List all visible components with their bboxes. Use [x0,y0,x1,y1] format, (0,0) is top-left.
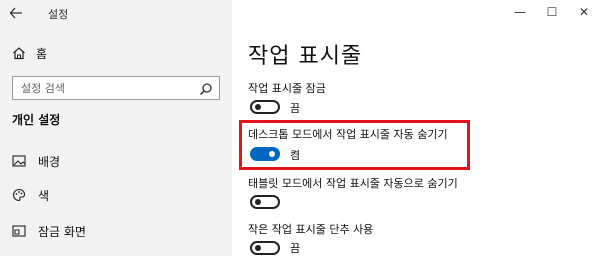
toggle-state-text: 켬 [290,149,301,162]
sidebar: 설정 홈 개인 설정 배경 색 잠금 화면 [0,0,232,256]
app-title: 설정 [48,8,69,21]
sidebar-item-color[interactable]: 색 [12,185,212,205]
image-icon [12,154,26,168]
search-box[interactable] [12,76,220,100]
home-icon [12,46,26,60]
sidebar-item-label: 배경 [38,154,61,169]
toggle-small-buttons[interactable] [250,241,280,255]
lock-screen-icon [12,224,26,238]
toggle-autohide-tablet[interactable] [250,195,280,209]
palette-icon [12,188,26,202]
section-title: 개인 설정 [12,113,61,127]
nav-home[interactable]: 홈 [12,43,212,63]
sidebar-item-label: 색 [38,188,50,203]
toggle-knob [255,104,261,110]
setting-label-autohide-desktop: 데스크톱 모드에서 작업 표시줄 자동 숨기기 [248,128,448,141]
back-arrow-icon[interactable] [6,3,26,23]
toggle-state-text: 끔 [290,242,301,255]
minimize-button[interactable]: — [504,0,536,24]
toggle-knob [255,199,261,205]
sidebar-item-label: 잠금 화면 [38,224,86,239]
nav-home-label: 홈 [36,46,48,61]
maximize-button[interactable]: ☐ [536,0,568,24]
toggle-knob [269,151,275,157]
toggle-autohide-desktop[interactable] [250,147,280,161]
sidebar-item-lock-screen[interactable]: 잠금 화면 [12,221,212,241]
search-icon[interactable] [199,81,213,96]
setting-label-small-buttons: 작은 작업 표시줄 단추 사용 [248,223,374,236]
search-input[interactable] [21,81,191,95]
page-title: 작업 표시줄 [248,44,363,69]
setting-label-lock-taskbar: 작업 표시줄 잠금 [248,82,326,95]
toggle-state-text: 끔 [290,102,301,115]
window-controls: — ☐ ✕ [504,0,600,24]
sidebar-item-background[interactable]: 배경 [12,151,212,171]
close-button[interactable]: ✕ [568,0,600,24]
setting-label-autohide-tablet: 태블릿 모드에서 작업 표시줄 자동으로 숨기기 [248,177,458,190]
toggle-knob [255,245,261,251]
toggle-lock-taskbar[interactable] [250,100,280,114]
